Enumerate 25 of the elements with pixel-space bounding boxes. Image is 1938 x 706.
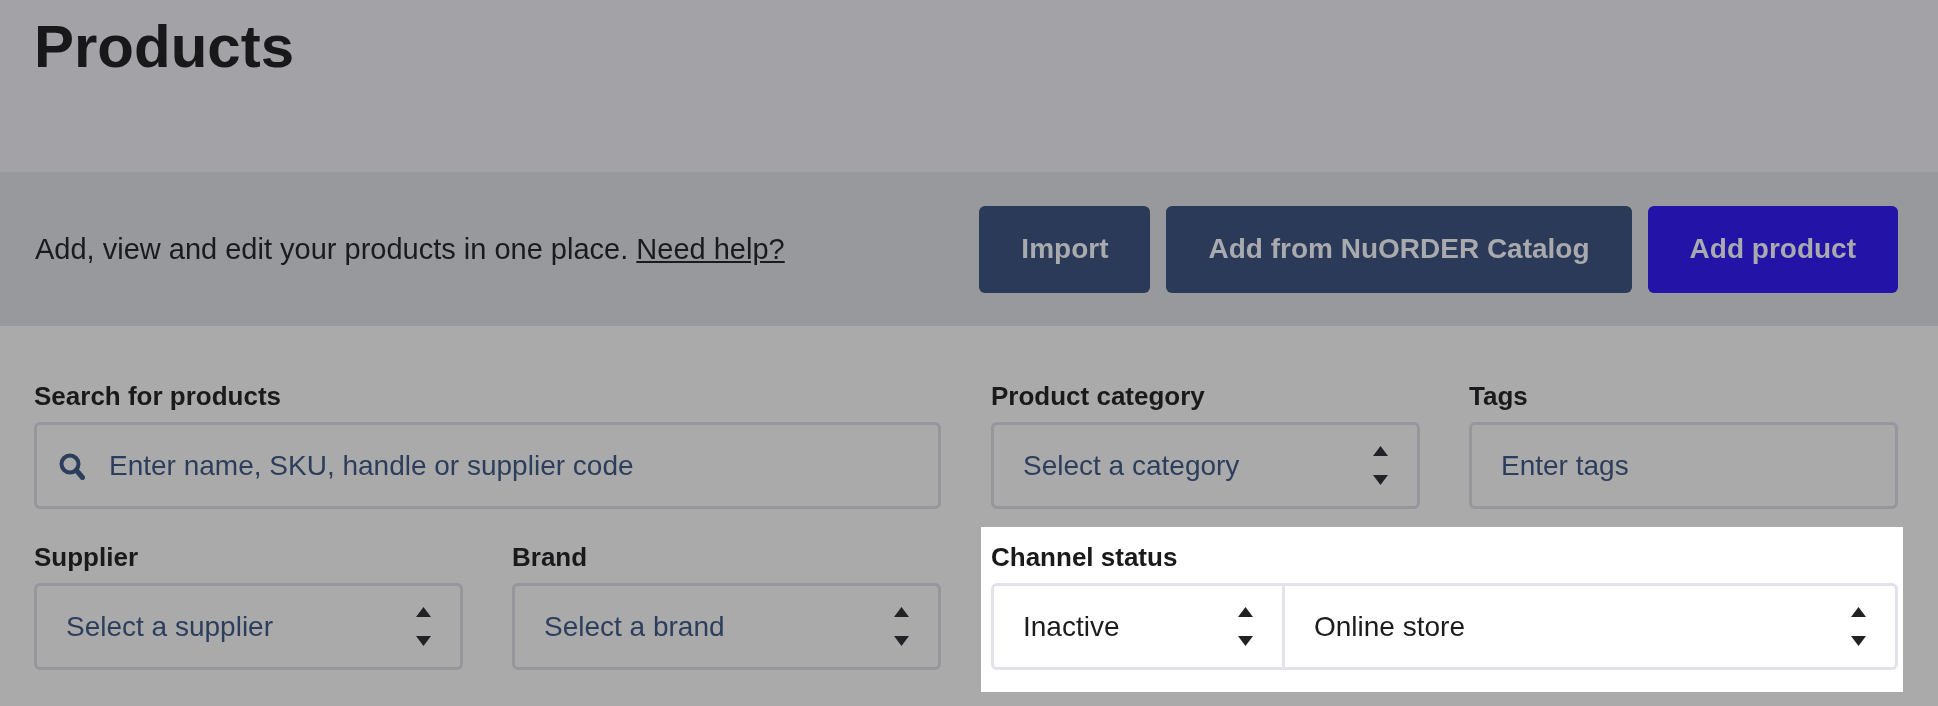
up-down-arrows-icon <box>1238 607 1253 646</box>
page-title: Products <box>34 17 295 77</box>
status-select[interactable]: Inactive <box>991 583 1285 670</box>
field-label: Brand <box>512 541 588 573</box>
channel-select[interactable]: Online store <box>1285 583 1898 670</box>
field-label: Search for products <box>34 380 282 412</box>
field-label: Channel status <box>991 541 1178 573</box>
up-down-arrows-icon <box>416 607 431 646</box>
category-select[interactable]: Select a category <box>991 422 1420 509</box>
tags-field[interactable]: Enter tags <box>1469 422 1898 509</box>
action-button[interactable]: Add from NuORDER Catalog <box>1166 205 1632 293</box>
field-label: Supplier <box>34 541 138 573</box>
up-down-arrows-icon <box>1851 607 1866 646</box>
up-down-arrows-icon <box>894 607 909 646</box>
field-label: Product category <box>991 380 1205 412</box>
add-button[interactable]: Add product <box>1647 205 1898 293</box>
help-link[interactable]: Need help? <box>636 232 785 265</box>
search-icon <box>59 453 85 480</box>
supplier-select[interactable]: Select a supplier <box>34 583 463 670</box>
up-down-arrows-icon <box>1373 446 1388 485</box>
action-button[interactable]: Import <box>979 205 1151 293</box>
intro-text: Add, view and edit your products in one place. Need help? <box>35 231 785 267</box>
brand-select[interactable]: Select a brand <box>512 583 941 670</box>
field-label: Tags <box>1469 380 1528 412</box>
search-field[interactable]: Enter name, SKU, handle or supplier code <box>34 422 941 509</box>
